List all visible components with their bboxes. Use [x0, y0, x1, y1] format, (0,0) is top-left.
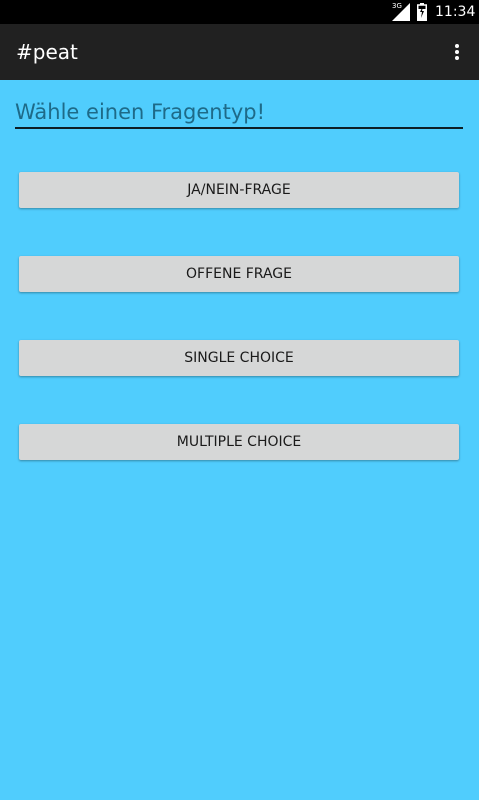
question-type-input[interactable]	[15, 96, 463, 129]
overflow-dot	[455, 50, 459, 54]
overflow-dot	[455, 44, 459, 48]
yes-no-question-button[interactable]: JA/NEIN-FRAGE	[19, 172, 459, 208]
app-bar: #peat	[0, 24, 479, 80]
signal-icon	[392, 3, 410, 21]
more-vert-icon[interactable]	[444, 36, 470, 68]
app-screen: 3G 11:34 #peat JA/NEIN-FRAGE OFFENE FRAG…	[0, 0, 479, 800]
overflow-dot	[455, 56, 459, 60]
single-choice-button[interactable]: SINGLE CHOICE	[19, 340, 459, 376]
status-time: 11:34	[435, 4, 476, 20]
open-question-button[interactable]: OFFENE FRAGE	[19, 256, 459, 292]
app-title: #peat	[16, 40, 78, 64]
multiple-choice-button[interactable]: MULTIPLE CHOICE	[19, 424, 459, 460]
status-bar: 3G 11:34	[0, 0, 479, 24]
battery-icon	[417, 3, 427, 21]
